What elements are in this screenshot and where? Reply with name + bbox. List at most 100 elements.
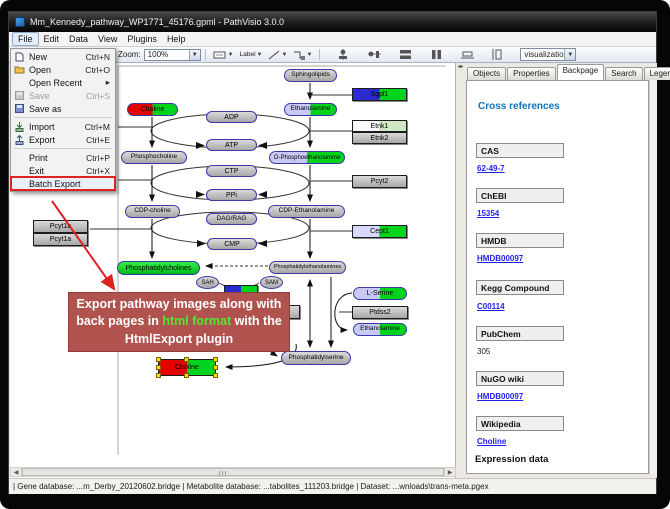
pathway-node-o-phosphoethanolamine[interactable]: O-Phosphoethanolamine (269, 151, 345, 164)
annotation-callout: Export pathway images along with back pa… (68, 292, 290, 352)
selection-handle[interactable] (156, 357, 161, 362)
pathway-node-cmp[interactable]: CMP (207, 238, 257, 250)
menu-item-print[interactable]: PrintCtrl+P (11, 151, 115, 164)
pathway-node-cdp-ethanolamine[interactable]: CDP-Ethanolamine (268, 205, 345, 218)
pathway-node-choline[interactable]: Choline (158, 359, 216, 376)
tab-properties[interactable]: Properties (507, 67, 555, 80)
canvas-horizontal-scrollbar[interactable]: ◀ ▶ (10, 467, 456, 477)
pathway-node-cept1[interactable]: Cept1 (352, 225, 407, 238)
stack-vertical-icon (430, 49, 443, 60)
xref-section-title: HMDB (476, 233, 564, 248)
sidebar-scrollbar[interactable] (649, 80, 657, 474)
common-width-button[interactable] (458, 48, 477, 61)
sidebar-tabs: Objects Properties Backpage Search Legen… (465, 64, 657, 80)
pathway-node-l-serine[interactable]: L-Serine (353, 287, 407, 300)
visualization-combobox[interactable]: visualization ▼ (520, 48, 576, 61)
menu-item-import[interactable]: ImportCtrl+M (11, 120, 115, 133)
pathway-node-choline[interactable]: Choline (127, 103, 178, 116)
xref-link[interactable]: Choline (477, 437, 506, 446)
pathway-node-dag-rag[interactable]: DAG/RAG (206, 213, 257, 225)
pathway-node-cdp-choline[interactable]: CDP-choline (125, 205, 180, 218)
line-tool-icon (268, 50, 280, 60)
selection-handle[interactable] (184, 357, 189, 362)
menu-help[interactable]: Help (162, 33, 191, 45)
line-tool-button[interactable]: ▼ (265, 48, 290, 61)
stack-horizontal-button[interactable] (396, 48, 415, 61)
selection-handle[interactable] (213, 365, 218, 370)
tab-backpage[interactable]: Backpage (557, 64, 605, 80)
pathway-node-pcyt1b[interactable]: Pcyt1b (33, 220, 88, 233)
pathway-node-atp[interactable]: ATP (206, 139, 257, 151)
label-tool-button[interactable]: Label ▼ (237, 48, 266, 61)
pathway-node-ctp[interactable]: CTP (206, 165, 257, 177)
menu-item-exit[interactable]: ExitCtrl+X (11, 164, 115, 177)
collapse-arrows-icon[interactable]: ◂▸ (457, 64, 463, 70)
xref-section-title: ChEBI (476, 188, 564, 203)
pathway-node-sam[interactable]: SAM (260, 276, 283, 289)
screenshot-frame: Mm_Kennedy_pathway_WP1771_45176.gpml - P… (0, 0, 670, 509)
pathway-node-sah[interactable]: SAH (196, 276, 219, 289)
pathway-node-phosphatidylcholines[interactable]: Phosphatidylcholines (117, 261, 200, 275)
xref-section-title: PubChem (476, 326, 564, 341)
pane-splitter[interactable]: ◂▸ (456, 63, 465, 478)
menu-item-open-recent[interactable]: Open Recent ▸ (11, 76, 115, 89)
tab-legend[interactable]: Legend (644, 67, 670, 80)
selection-handle[interactable] (156, 373, 161, 378)
scrollbar-thumb[interactable] (22, 468, 444, 476)
xref-link[interactable]: HMDB00097 (477, 254, 523, 263)
chevron-down-icon[interactable]: ▼ (189, 50, 200, 60)
tab-objects[interactable]: Objects (467, 67, 506, 80)
selection-handle[interactable] (156, 365, 161, 370)
selection-handle[interactable] (184, 373, 189, 378)
align-horizontal-button[interactable] (334, 48, 353, 61)
xref-link[interactable]: 15354 (477, 209, 499, 218)
menu-item-save-as[interactable]: Save as (11, 102, 115, 115)
tab-search[interactable]: Search (605, 67, 642, 80)
selection-handle[interactable] (213, 373, 218, 378)
datanode-tool-button[interactable]: ▼ (210, 48, 237, 61)
menu-file[interactable]: File (12, 32, 39, 46)
pathway-node-phosphatidylserine[interactable]: Phosphatidylserine (281, 351, 351, 365)
menu-edit[interactable]: Edit (39, 33, 65, 45)
stack-horizontal-icon (399, 49, 412, 60)
zoom-combobox[interactable]: 100% ▼ (144, 49, 201, 61)
cross-references-heading: Cross references (478, 101, 560, 112)
pathway-node-ethanolamine[interactable]: Ethanolamine (284, 103, 337, 116)
menu-item-export[interactable]: ExportCtrl+E (11, 133, 115, 146)
connector-tool-button[interactable]: ▼ (290, 48, 315, 61)
pathway-node-pcyt1a[interactable]: Pcyt1a (33, 233, 88, 246)
pathway-node-ppi[interactable]: PPi (206, 189, 257, 201)
pathway-node-phosphocholine[interactable]: Phosphocholine (121, 151, 187, 164)
pathway-node-ethanolamine[interactable]: Ethanolamine (353, 323, 407, 336)
menu-item-open[interactable]: OpenCtrl+O (11, 63, 115, 76)
title-bar: Mm_Kennedy_pathway_WP1771_45176.gpml - P… (9, 12, 656, 32)
connector-tool-icon (293, 50, 305, 60)
menu-item-batch-export[interactable]: Batch Export (11, 177, 115, 190)
callout-highlight: html format (162, 314, 231, 328)
app-icon (15, 17, 25, 27)
selection-handle[interactable] (213, 357, 218, 362)
menu-data[interactable]: Data (64, 33, 93, 45)
pathway-node-etnk2[interactable]: Etnk2 (352, 132, 407, 144)
xref-link[interactable]: HMDB00097 (477, 392, 523, 401)
pathway-node-adp[interactable]: ADP (206, 111, 257, 123)
align-vertical-icon (368, 49, 381, 60)
menu-plugins[interactable]: Plugins (122, 33, 162, 45)
align-vertical-button[interactable] (365, 48, 384, 61)
pathway-node-etnk1[interactable]: Etnk1 (352, 120, 407, 132)
pathway-node-ptdss2[interactable]: Ptdss2 (352, 306, 408, 319)
pathway-node-pcyt2[interactable]: Pcyt2 (352, 175, 407, 188)
xref-link[interactable]: 62-49-7 (477, 164, 505, 173)
scroll-left-icon[interactable]: ◀ (11, 468, 22, 476)
menu-item-new[interactable]: NewCtrl+N (11, 50, 115, 63)
pathway-node-sgpl1[interactable]: Sgpl1 (352, 88, 407, 101)
pathway-node-sphingolipids[interactable]: Sphingolipids (284, 69, 337, 82)
scroll-right-icon[interactable]: ▶ (444, 468, 455, 476)
menu-view[interactable]: View (93, 33, 122, 45)
menu-separator (14, 117, 112, 118)
xref-link[interactable]: C00114 (477, 302, 505, 311)
chevron-down-icon[interactable]: ▼ (564, 49, 575, 60)
stack-vertical-button[interactable] (427, 48, 446, 61)
common-height-button[interactable] (489, 48, 508, 61)
pathway-node-phosphatidylethanolamines[interactable]: Phosphatidylethanolamines (269, 261, 346, 274)
